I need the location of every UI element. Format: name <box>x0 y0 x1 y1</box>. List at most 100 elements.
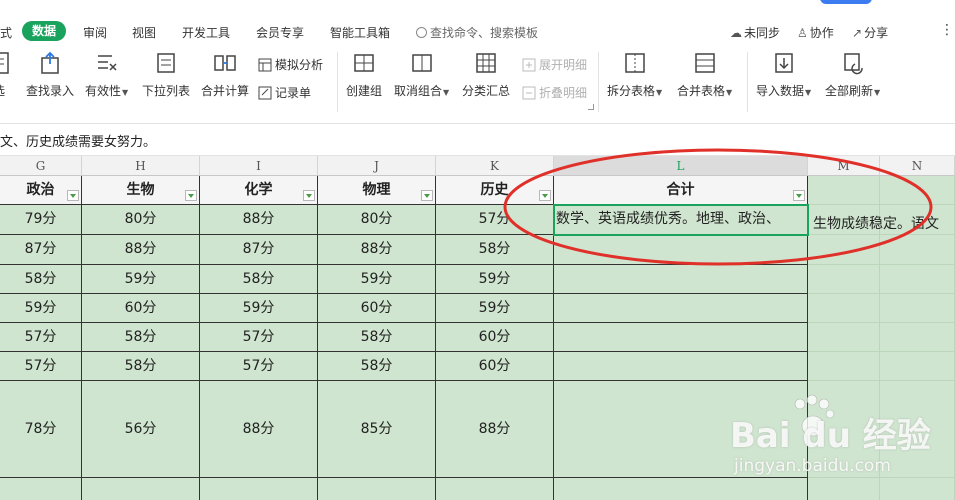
header-cell-physics[interactable]: 物理 <box>318 176 436 205</box>
more-menu-icon[interactable]: ⋮ <box>940 22 954 38</box>
table-cell[interactable]: 88分 <box>200 381 318 478</box>
account-pill[interactable] <box>820 0 872 4</box>
table-cell[interactable]: 58分 <box>318 323 436 352</box>
column-header-k[interactable]: K <box>436 156 554 176</box>
header-cell-history[interactable]: 历史 <box>436 176 554 205</box>
table-cell[interactable] <box>82 478 200 500</box>
table-cell[interactable]: 80分 <box>82 205 200 235</box>
table-cell[interactable]: 58分 <box>0 265 82 294</box>
table-cell[interactable]: 88分 <box>318 235 436 265</box>
empty-cell[interactable] <box>808 176 880 205</box>
column-header-j[interactable]: J <box>318 156 436 176</box>
empty-cell[interactable] <box>808 265 880 294</box>
table-cell[interactable]: 57分 <box>200 352 318 381</box>
table-cell[interactable]: 60分 <box>436 352 554 381</box>
table-cell[interactable]: 57分 <box>436 205 554 235</box>
total-cell[interactable] <box>554 478 808 500</box>
table-cell[interactable]: 57分 <box>0 352 82 381</box>
total-cell[interactable] <box>554 294 808 323</box>
import-data-button[interactable]: 导入数据▼ <box>756 50 811 99</box>
record-form-button[interactable]: 记录单 <box>258 84 311 101</box>
empty-cell[interactable] <box>808 352 880 381</box>
table-cell[interactable]: 60分 <box>82 294 200 323</box>
table-cell[interactable]: 58分 <box>436 235 554 265</box>
column-header-h[interactable]: H <box>82 156 200 176</box>
table-cell[interactable]: 58分 <box>318 352 436 381</box>
table-cell[interactable]: 79分 <box>0 205 82 235</box>
filter-dropdown-icon[interactable] <box>67 190 79 201</box>
simulate-analysis-button[interactable]: 模拟分析 <box>258 56 323 73</box>
menu-item-member[interactable]: 会员专享 <box>256 24 304 41</box>
filter-dropdown-icon[interactable] <box>303 190 315 201</box>
column-header-m[interactable]: M <box>808 156 880 176</box>
empty-cell[interactable] <box>808 478 880 500</box>
total-cell-active[interactable]: 数学、英语成绩优秀。地理、政治、 <box>554 205 808 235</box>
column-header-i[interactable]: I <box>200 156 318 176</box>
empty-cell[interactable] <box>880 235 955 265</box>
empty-cell[interactable] <box>880 294 955 323</box>
formula-content[interactable]: 文、历史成绩需要女努力。 <box>0 131 156 150</box>
table-cell[interactable]: 59分 <box>82 265 200 294</box>
sync-status[interactable]: ☁ 未同步 <box>730 24 780 41</box>
column-header-n[interactable]: N <box>880 156 955 176</box>
filter-dropdown-icon[interactable] <box>185 190 197 201</box>
table-cell[interactable]: 57分 <box>0 323 82 352</box>
table-cell[interactable] <box>318 478 436 500</box>
table-cell[interactable]: 87分 <box>200 235 318 265</box>
menu-item-view[interactable]: 视图 <box>132 24 156 41</box>
table-cell[interactable]: 59分 <box>436 294 554 323</box>
expand-detail-button[interactable]: 展开明细 <box>522 56 587 73</box>
filter-dropdown-icon[interactable] <box>421 190 433 201</box>
column-header-g[interactable]: G <box>0 156 82 176</box>
consolidate-button[interactable]: 合并计算 <box>201 50 249 99</box>
collab-button[interactable]: ♙ 协作 <box>797 24 834 41</box>
table-cell[interactable] <box>436 478 554 500</box>
collapse-detail-button[interactable]: 折叠明细 <box>522 84 587 101</box>
empty-cell[interactable] <box>808 294 880 323</box>
menu-item-review[interactable]: 审阅 <box>83 24 107 41</box>
empty-cell[interactable] <box>880 176 955 205</box>
table-cell[interactable]: 59分 <box>0 294 82 323</box>
total-cell[interactable] <box>554 265 808 294</box>
subtotal-button[interactable]: 分类汇总 <box>462 50 510 99</box>
table-cell[interactable]: 59分 <box>318 265 436 294</box>
menu-item-style[interactable]: 式 <box>0 24 12 41</box>
empty-cell[interactable] <box>880 478 955 500</box>
header-cell-chemistry[interactable]: 化学 <box>200 176 318 205</box>
table-cell[interactable]: 58分 <box>82 323 200 352</box>
table-cell[interactable]: 78分 <box>0 381 82 478</box>
header-cell-biology[interactable]: 生物 <box>82 176 200 205</box>
command-search[interactable]: 查找命令、搜索模板 <box>416 24 538 41</box>
table-cell[interactable]: 59分 <box>200 294 318 323</box>
total-cell[interactable] <box>554 235 808 265</box>
data-validation-button[interactable]: 选 <box>0 50 12 99</box>
ungroup-button[interactable]: 取消组合▼ <box>394 50 449 99</box>
empty-cell[interactable] <box>880 323 955 352</box>
create-group-button[interactable]: 创建组 <box>346 50 382 99</box>
refresh-all-button[interactable]: 全部刷新▼ <box>825 50 880 99</box>
table-cell[interactable]: 57分 <box>200 323 318 352</box>
validity-button[interactable]: 有效性▼ <box>85 50 128 99</box>
menu-item-smart-toolbox[interactable]: 智能工具箱 <box>330 24 390 41</box>
table-cell[interactable]: 80分 <box>318 205 436 235</box>
column-header-l[interactable]: L <box>554 156 808 176</box>
table-cell[interactable] <box>200 478 318 500</box>
table-cell[interactable]: 56分 <box>82 381 200 478</box>
formula-bar[interactable]: 文、历史成绩需要女努力。 <box>0 124 955 156</box>
empty-cell[interactable] <box>880 352 955 381</box>
empty-cell[interactable] <box>808 235 880 265</box>
menu-item-developer[interactable]: 开发工具 <box>182 24 230 41</box>
total-cell[interactable] <box>554 352 808 381</box>
table-cell[interactable]: 59分 <box>436 265 554 294</box>
table-cell[interactable]: 85分 <box>318 381 436 478</box>
table-cell[interactable]: 88分 <box>436 381 554 478</box>
table-cell[interactable]: 88分 <box>82 235 200 265</box>
group-expand-icon[interactable] <box>588 104 594 110</box>
empty-cell[interactable] <box>880 265 955 294</box>
table-cell[interactable] <box>0 478 82 500</box>
empty-cell[interactable] <box>808 323 880 352</box>
table-cell[interactable]: 58分 <box>82 352 200 381</box>
split-table-button[interactable]: 拆分表格▼ <box>607 50 662 99</box>
table-cell[interactable]: 60分 <box>318 294 436 323</box>
table-cell[interactable]: 60分 <box>436 323 554 352</box>
